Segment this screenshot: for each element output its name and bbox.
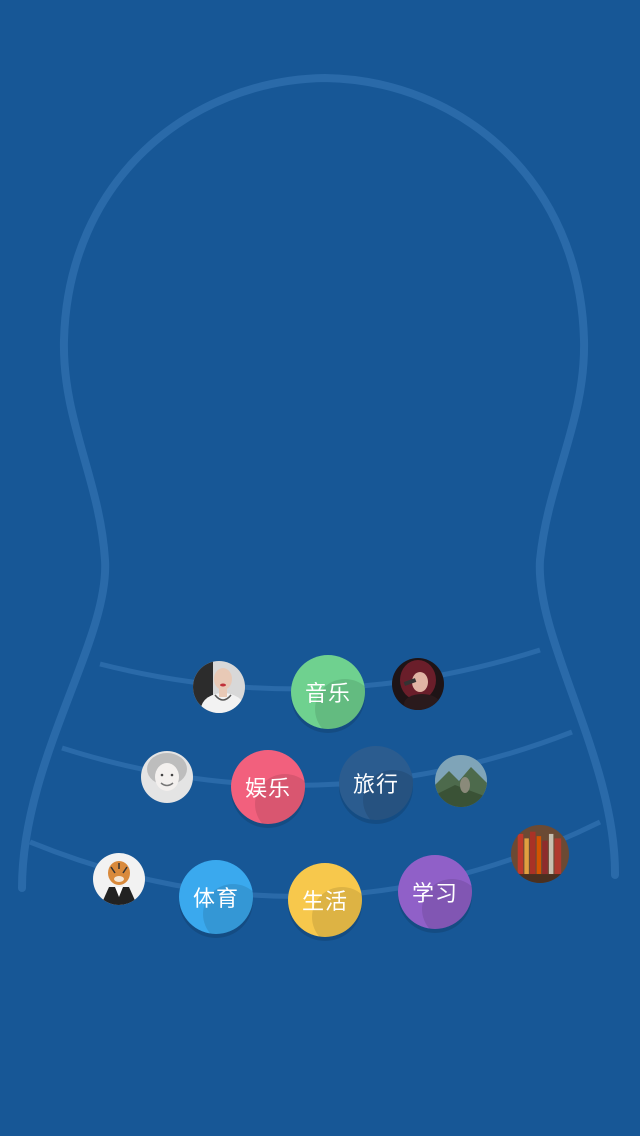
tiger-in-suit-avatar-image: [93, 853, 145, 905]
smiling-woman-avatar[interactable]: [141, 751, 193, 803]
smiling-woman-avatar-image: [141, 751, 193, 803]
body-silhouette-outline: [18, 73, 620, 899]
woman-necklace-avatar[interactable]: [193, 661, 245, 713]
category-label-life: 生活: [301, 890, 348, 915]
category-bubble-travel[interactable]: 旅行: [339, 746, 413, 820]
category-bubble-life[interactable]: 生活: [288, 863, 362, 937]
category-bubble-music[interactable]: 音乐: [291, 655, 365, 729]
category-label-music: 音乐: [304, 682, 351, 707]
category-bubble-study[interactable]: 学习: [398, 855, 472, 929]
tiger-in-suit-avatar[interactable]: [93, 853, 145, 905]
category-label-travel: 旅行: [352, 773, 399, 798]
category-label-study: 学习: [411, 882, 458, 907]
bookshelf-avatar[interactable]: [511, 825, 569, 883]
interest-selection-screen: 音乐 娱乐 旅行 体育 生活 学习: [0, 0, 640, 1136]
singer-microphone-avatar-image: [392, 658, 444, 710]
category-bubble-sports[interactable]: 体育: [179, 860, 253, 934]
singer-microphone-avatar[interactable]: [392, 658, 444, 710]
mountain-landscape-avatar-image: [435, 755, 487, 807]
bookshelf-avatar-image: [511, 825, 569, 883]
mountain-landscape-avatar[interactable]: [435, 755, 487, 807]
category-label-sports: 体育: [192, 887, 239, 912]
woman-necklace-avatar-image: [193, 661, 245, 713]
category-label-entertainment: 娱乐: [244, 777, 291, 802]
category-bubble-entertainment[interactable]: 娱乐: [231, 750, 305, 824]
